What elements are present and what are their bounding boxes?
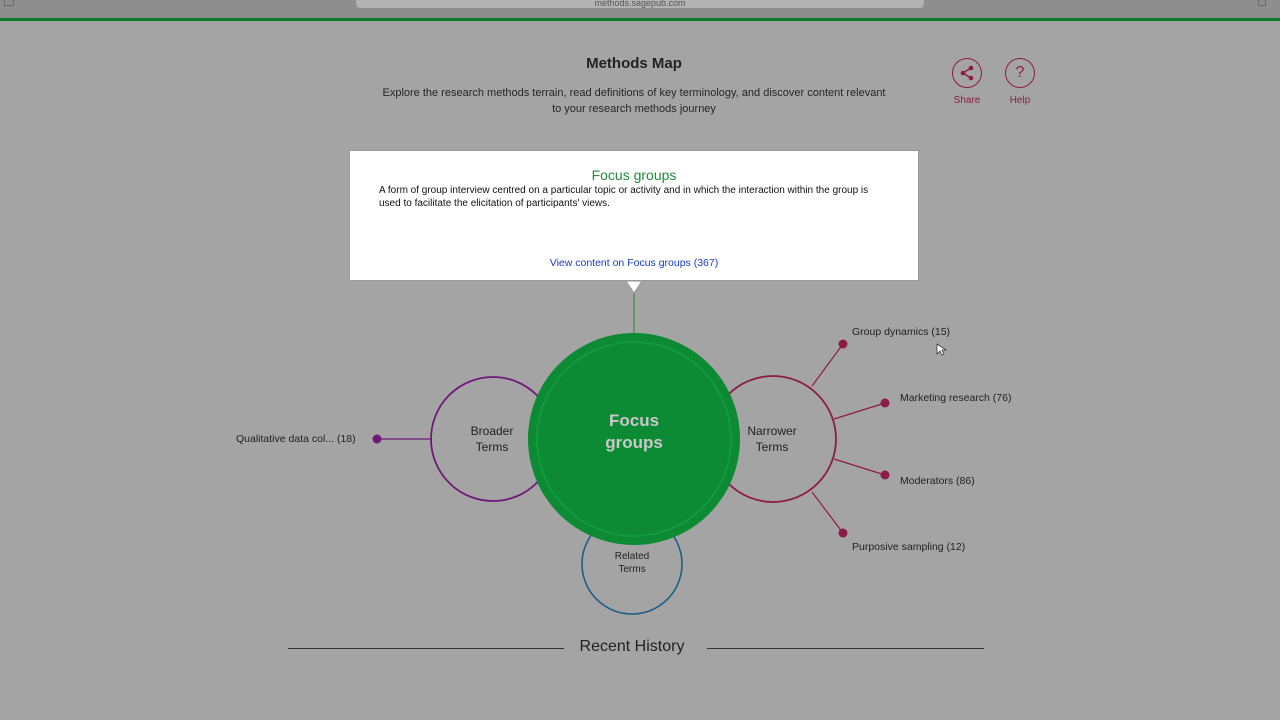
focus-label-line: Focus xyxy=(608,411,660,430)
narrower-node-dot[interactable] xyxy=(880,398,890,408)
narrower-node-dot[interactable] xyxy=(838,528,848,538)
narrower-label-line: Terms xyxy=(755,440,789,454)
related-label-line: Related xyxy=(614,551,650,562)
narrower-term-label[interactable]: Purposive sampling (12) xyxy=(852,541,965,553)
methods-map-graph xyxy=(372,280,948,615)
broader-label-line: Broader xyxy=(470,424,514,438)
narrower-label-line: Narrower xyxy=(747,424,797,438)
narrower-node-dot[interactable] xyxy=(838,339,848,349)
narrower-term-label[interactable]: Group dynamics (15) xyxy=(852,326,950,338)
definition-pointer xyxy=(625,280,643,294)
definition-panel: Focus groups A form of group interview c… xyxy=(349,150,919,281)
narrower-link xyxy=(833,458,886,476)
broader-node-dot[interactable] xyxy=(372,434,382,444)
narrower-link xyxy=(811,491,844,534)
recent-history-heading: Recent History xyxy=(579,638,685,655)
narrower-term-label[interactable]: Moderators (86) xyxy=(900,475,975,487)
narrower-terms-label[interactable]: Narrower Terms xyxy=(732,423,812,455)
narrower-link xyxy=(833,402,886,420)
broader-term-label[interactable]: Qualitative data col... (18) xyxy=(236,433,356,445)
related-label-line: Terms xyxy=(618,564,646,575)
related-terms-label[interactable]: Related Terms xyxy=(592,550,672,576)
narrower-link xyxy=(811,343,844,387)
view-content-link[interactable]: View content on Focus groups (367) xyxy=(350,257,918,269)
definition-text: A form of group interview centred on a p… xyxy=(379,185,869,209)
narrower-node-dot[interactable] xyxy=(880,470,890,480)
focus-node-label[interactable]: Focus groups xyxy=(534,410,734,454)
history-divider-left xyxy=(288,648,564,649)
narrower-term-label[interactable]: Marketing research (76) xyxy=(900,392,1011,404)
focus-label-line: groups xyxy=(605,433,663,452)
broader-label-line: Terms xyxy=(475,440,509,454)
history-divider-right xyxy=(707,648,984,649)
definition-title: Focus groups xyxy=(591,167,677,183)
broader-terms-label[interactable]: Broader Terms xyxy=(452,423,532,455)
cursor-icon xyxy=(936,343,948,356)
